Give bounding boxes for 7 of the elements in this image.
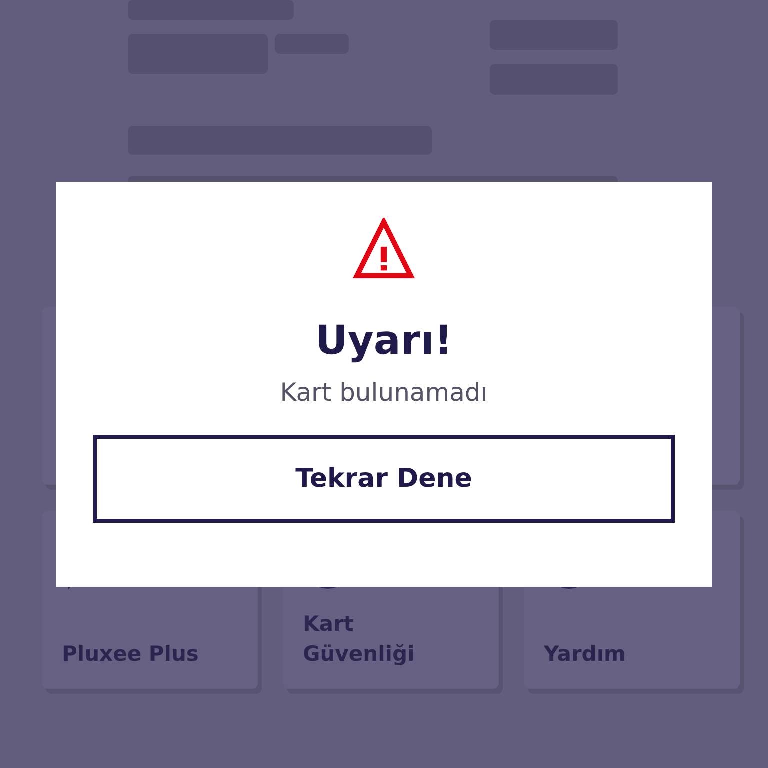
retry-button[interactable]: Tekrar Dene (93, 435, 675, 523)
card-label: Pluxee Plus (62, 641, 200, 668)
card-label: Yardım (544, 641, 627, 668)
dialog-message: Kart bulunamadı (280, 378, 488, 407)
warning-icon (353, 218, 415, 280)
dialog-title: Uyarı! (315, 318, 453, 364)
card-label: Kart Güvenliği (303, 611, 416, 668)
